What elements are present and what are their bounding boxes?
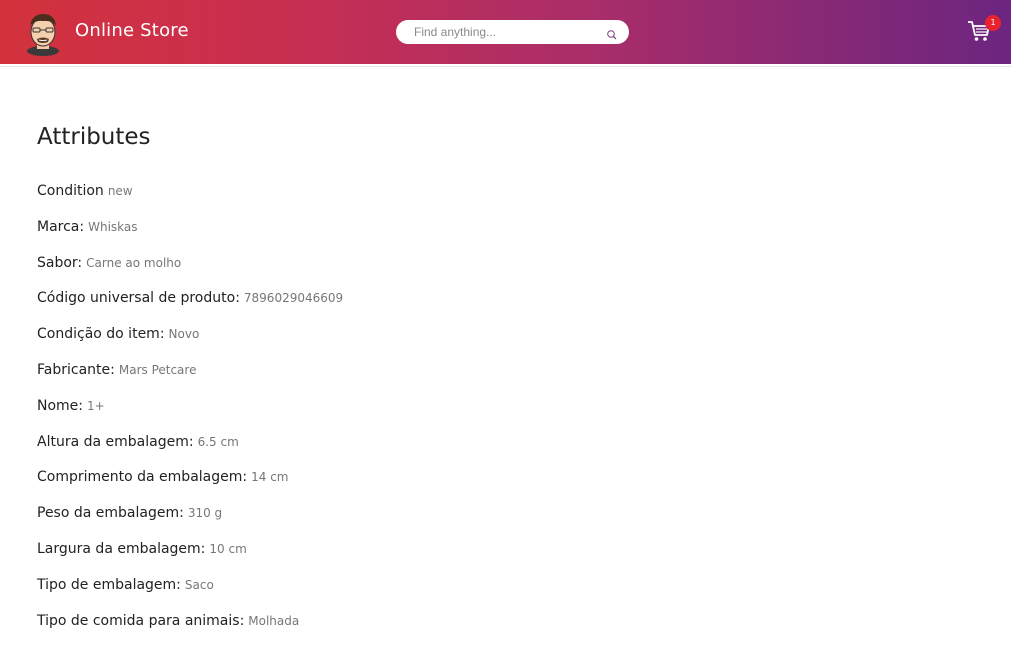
attribute-value: 1+ [87,398,105,413]
attribute-name: Marca: [37,218,85,235]
search-bar[interactable] [396,20,629,44]
attribute-name: Tipo de comida para animais: [37,612,245,629]
attribute-value: Saco [184,577,214,592]
attribute-row: Código universal de produto: 789602904660… [37,287,343,323]
attribute-row: Tipo de comida para animais: Molhada [37,610,343,645]
top-navbar: Online Store 1 [0,0,1011,64]
attribute-name: Condition [37,183,104,199]
attribute-row: Comprimento da embalagem: 14 cm [37,466,343,502]
attribute-name: Altura da embalagem: [37,433,194,450]
attribute-value: 6.5 cm [197,434,239,449]
attribute-value: 10 cm [209,541,247,556]
attribute-name: Sabor: [37,254,83,271]
attribute-row: Altura da embalagem: 6.5 cm [37,431,343,467]
store-brand-name[interactable]: Online Store [75,20,189,41]
attribute-value: new [107,184,133,198]
attribute-row: Condição do item: Novo [37,323,343,359]
attribute-value: Mars Petcare [118,362,197,377]
attributes-list: Condition new Marca: Whiskas Sabor: Carne a… [37,180,343,645]
attribute-name: Código universal de produto: [37,290,240,307]
attribute-row: Marca: Whiskas [37,216,343,252]
attribute-value: Novo [168,327,200,342]
attribute-value: Molhada [248,613,300,628]
search-input[interactable] [414,23,594,41]
attribute-value: 14 cm [251,470,289,485]
attribute-value: Whiskas [88,219,138,234]
attribute-name: Peso da embalagem: [37,505,184,522]
attribute-row: Peso da embalagem: 310 g [37,502,343,538]
attribute-name: Tipo de embalagem: [37,576,181,593]
attribute-name: Condição do item: [37,326,165,343]
attribute-name: Comprimento da embalagem: [37,469,248,486]
attribute-value: 310 g [187,506,223,521]
attribute-row: Tipo de embalagem: Saco [37,574,343,610]
attribute-value: 7896029046609 [243,291,344,306]
cartoon-face-avatar-icon[interactable] [24,10,62,56]
attribute-row: Nome: 1+ [37,395,343,431]
search-icon[interactable] [606,26,618,40]
attribute-name: Fabricante: [37,361,115,378]
attribute-row: Condition new [37,180,343,216]
attribute-name: Nome: [37,397,84,414]
attribute-row: Sabor: Carne ao molho [37,252,343,288]
cart-count-badge: 1 [985,15,1001,31]
header-divider [0,66,1011,67]
attribute-row: Fabricante: Mars Petcare [37,359,343,395]
attribute-row: Largura da embalagem: 10 cm [37,538,343,574]
attribute-name: Largura da embalagem: [37,540,206,557]
attributes-heading: Attributes [37,124,151,150]
attribute-value: Carne ao molho [86,255,182,270]
